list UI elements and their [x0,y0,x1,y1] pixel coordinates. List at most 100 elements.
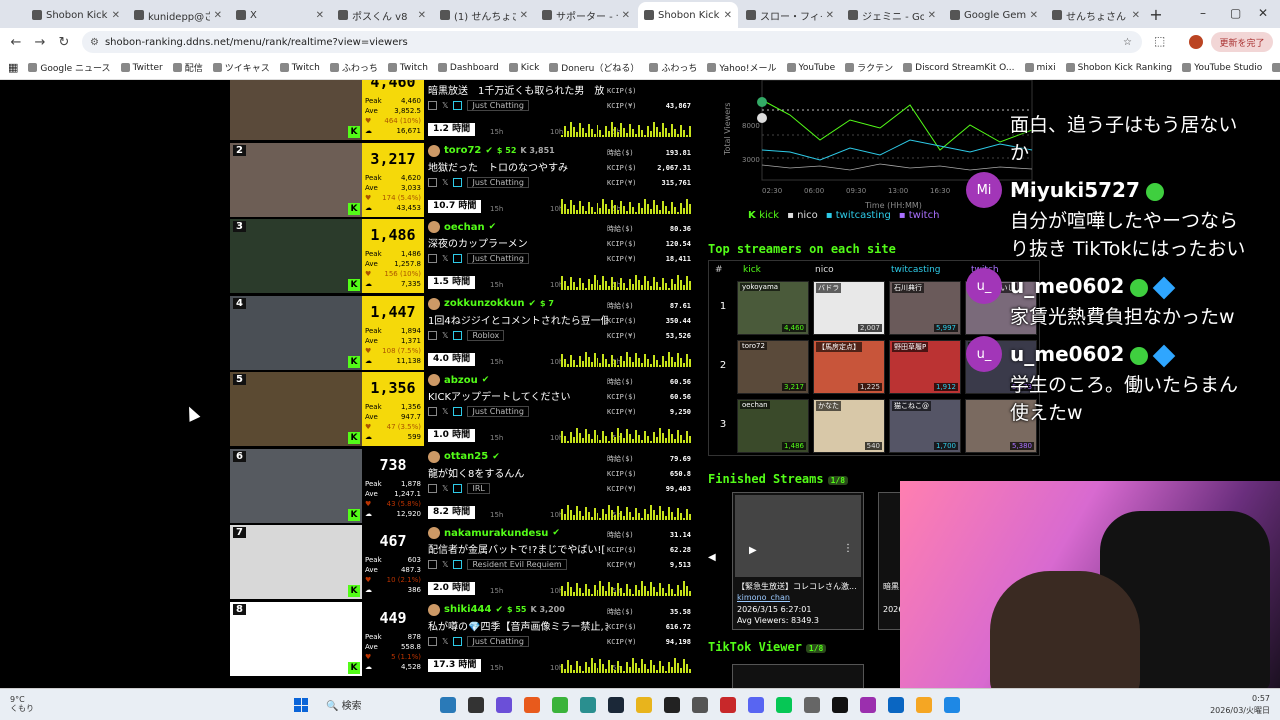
tiktok-card[interactable] [732,664,864,688]
bookmark-item[interactable]: Shobon Kick Ranking [1065,61,1172,74]
bookmark-item[interactable]: Twitter [120,61,163,74]
bookmark-item[interactable]: ツイキャス [212,61,270,74]
category-label[interactable]: Roblox [467,329,505,341]
stream-thumbnail[interactable]: K [230,80,362,140]
taskbar-app-icon[interactable] [552,697,568,713]
maximize-icon[interactable]: ▢ [1230,6,1241,20]
ranking-row[interactable]: 7 K 467 Peak 603 Ave 487.3 ♥ 10 (2.1%) ☁ 386 nakamu… [230,525,695,601]
legend-twitch[interactable]: ▪ twitch [899,210,940,221]
tab[interactable]: サポーター - せん ✕ [536,2,636,28]
category-label[interactable]: IRL [467,482,490,494]
top-streamer-cell[interactable]: 【馬房定点】 1,225 [813,340,885,394]
taskbar-app-icon[interactable] [580,697,596,713]
tab[interactable]: Google Gemini ✕ [944,2,1044,28]
taskbar-app-icon[interactable] [804,697,820,713]
taskbar-app-icon[interactable] [440,697,456,713]
ranking-row[interactable]: 4 K 1,447 Peak 1,894 Ave 1,371 ♥ 108 (7.5%) ☁ 11,1… [230,295,695,372]
x-icon[interactable]: 𝕏 [442,637,448,646]
bookmark-item[interactable]: mixi [1024,61,1056,74]
x-icon[interactable]: 𝕏 [442,484,448,493]
category-label[interactable]: Just Chatting [467,176,529,188]
weather-widget[interactable]: 9°C くもり [10,695,34,713]
streamer-name[interactable]: toro72 [444,145,481,156]
taskbar-app-icon[interactable] [468,697,484,713]
taskbar-app-icon[interactable] [916,697,932,713]
legend-kick[interactable]: K kick [748,210,779,221]
x-icon[interactable]: 𝕏 [442,331,448,340]
bookmark-item[interactable]: Dashboard [437,61,499,74]
taskbar-app-icon[interactable] [860,697,876,713]
forward-icon[interactable]: → [28,35,52,50]
bookmark-item[interactable]: YouTube [786,61,835,74]
site-info-icon[interactable]: ⚙ [90,37,99,48]
taskbar-app-icon[interactable] [776,697,792,713]
avatar[interactable] [1189,35,1203,49]
bookmark-item[interactable]: Twitch [387,61,428,74]
taskbar-app-icon[interactable] [524,697,540,713]
ranking-row[interactable]: 2 K 3,217 Peak 4,620 Ave 3,033 ♥ 174 (5.4%) ☁ 43,4… [230,142,695,219]
x-icon[interactable]: 𝕏 [442,178,448,187]
x-icon[interactable]: 𝕏 [442,560,448,569]
top-streamer-cell[interactable]: バドラ 2,007 [813,281,885,335]
reload-icon[interactable]: ↻ [52,35,76,50]
bookmark-item[interactable]: Yahoo!メール [707,61,777,74]
tab[interactable]: kunidepp@さんの ✕ [128,2,228,28]
taskbar-clock[interactable]: 0:57 2026/03/火曜日 [1210,693,1270,717]
category-label[interactable]: Just Chatting [467,406,529,417]
bookmark-item[interactable]: Kick [508,61,539,74]
tab-close-icon[interactable]: ✕ [1030,10,1038,21]
bookmark-item[interactable]: ふわっち [329,61,378,74]
stream-thumbnail[interactable]: 6K [230,448,362,523]
taskbar-app-icon[interactable] [692,697,708,713]
bookmark-item[interactable]: Doneru（どねる） [549,61,639,74]
ranking-row[interactable]: K 4,460 Peak 4,460 Ave 3,852.5 ♥ 464 (10%) ☁ 16,6… [230,80,695,142]
stream-thumbnail[interactable]: 8K [230,601,362,676]
top-streamer-cell[interactable]: toro72 3,217 [737,340,809,394]
finished-stream-card[interactable]: ▶ ⋮ 【緊急生放送】コレコレさん激... kimono_chan 2026/3… [732,492,864,630]
stream-thumbnail[interactable]: 3K [230,219,362,293]
grid-header[interactable]: # [715,261,723,279]
tab-close-icon[interactable]: ✕ [112,10,120,21]
top-streamer-cell[interactable]: yokoyama 4,460 [737,281,809,335]
tab-close-icon[interactable]: ✕ [1132,10,1140,21]
tab-close-icon[interactable]: ✕ [316,10,324,21]
stream-thumbnail[interactable]: 2K [230,142,362,217]
taskbar-app-icon[interactable] [496,697,512,713]
tab[interactable]: Shobon Kick R ✕ [26,2,126,28]
taskbar-app-icon[interactable] [636,697,652,713]
taskbar-app-icon[interactable] [664,697,680,713]
bookmark-item[interactable]: すべてのブックマーク [1272,61,1280,74]
taskbar-app-icon[interactable] [888,697,904,713]
taskbar-app-icon[interactable] [944,697,960,713]
tab[interactable]: (1) せんちょさん B ✕ [434,2,534,28]
new-tab-button[interactable]: + [1146,5,1166,24]
bookmark-star-icon[interactable]: ☆ [1123,37,1132,48]
streamer-name[interactable]: nakamurakundesu [444,528,548,539]
ranking-row[interactable]: 6 K 738 Peak 1,878 Ave 1,247.1 ♥ 43 (5.8%) ☁ 12,92… [230,448,695,525]
tab-close-icon[interactable]: ✕ [418,10,426,21]
tab-close-icon[interactable]: ✕ [724,10,732,21]
taskbar-app-icon[interactable] [608,697,624,713]
streamer-name[interactable]: ottan25 [444,451,488,462]
play-icon[interactable]: ▶ [749,545,757,556]
tab[interactable]: Shobon Kick R ✕ [638,2,738,28]
x-icon[interactable]: 𝕏 [442,101,448,110]
bookmark-item[interactable]: Twitch [279,61,320,74]
taskbar-app-icon[interactable] [748,697,764,713]
legend-nico[interactable]: ▪ nico [787,210,818,221]
tab[interactable]: ジェミニ - Googl ✕ [842,2,942,28]
back-icon[interactable]: ← [4,35,28,50]
minimize-icon[interactable]: – [1200,6,1206,20]
start-button[interactable] [294,698,308,712]
bookmark-item[interactable]: ふわっち [649,61,697,74]
prev-arrow-icon[interactable]: ◀ [708,552,716,563]
category-label[interactable]: Just Chatting [467,635,529,647]
ranking-row[interactable]: 5 K 1,356 Peak 1,356 Ave 947.7 ♥ 47 (3.5%) ☁ 599 ab… [230,372,695,448]
streamer-name[interactable]: abzou [444,375,478,386]
bookmark-item[interactable]: ラクテン [845,61,893,74]
tab-close-icon[interactable]: ✕ [928,10,936,21]
tab[interactable]: スロー・フィイ ゲー ✕ [740,2,840,28]
grid-header[interactable]: twitcasting [891,261,941,279]
tab[interactable]: ポスくん v8 ✕ [332,2,432,28]
taskbar-search[interactable]: 🔍 検索 [326,697,362,712]
